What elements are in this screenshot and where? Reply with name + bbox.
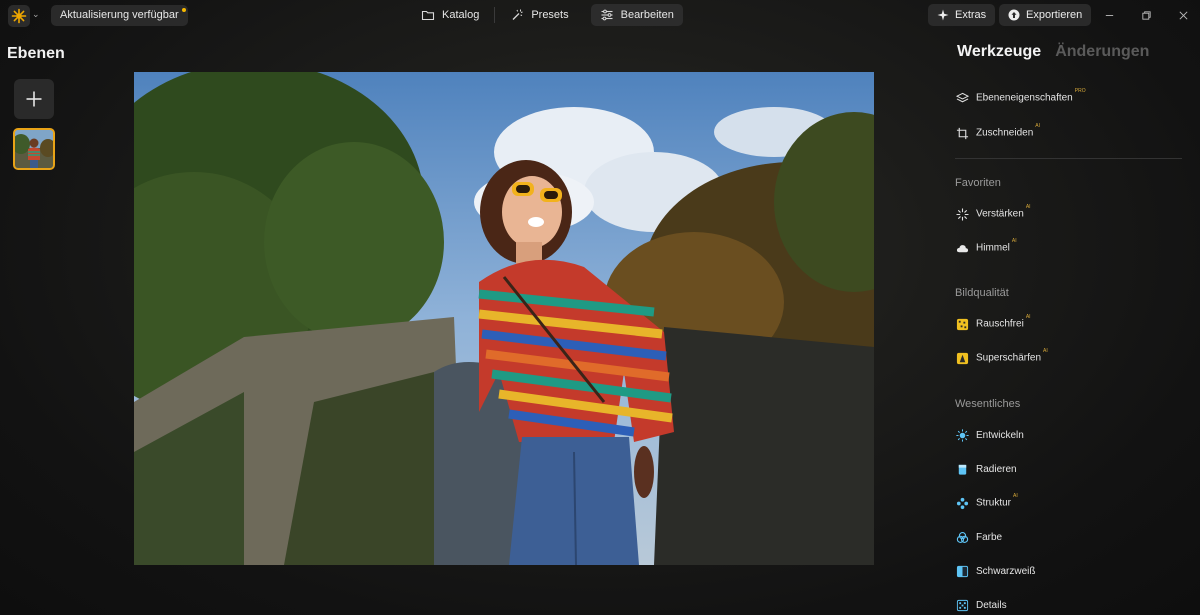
tool-label: Entwickeln <box>976 429 1024 441</box>
cloud-icon <box>955 241 969 255</box>
nav-presets[interactable]: Presets <box>501 4 577 26</box>
main-photo-canvas[interactable] <box>134 72 874 565</box>
tool-label: Verstärken <box>976 208 1024 220</box>
sliders-icon <box>601 9 613 21</box>
app-logo-button[interactable] <box>8 5 30 27</box>
update-label: Aktualisierung verfügbar <box>60 9 179 21</box>
tool-label: Superschärfen <box>976 352 1042 364</box>
tool-verstaerken[interactable]: VerstärkenAI <box>955 204 1031 224</box>
tool-schwarzweiss[interactable]: Schwarzweiß <box>955 561 1035 581</box>
ai-tag: AI <box>1011 238 1017 245</box>
tool-himmel[interactable]: HimmelAI <box>955 238 1017 258</box>
photo-image <box>134 72 874 565</box>
nav-label: Presets <box>531 9 569 21</box>
sun-logo-icon <box>11 8 27 24</box>
tool-entwickeln[interactable]: Entwickeln <box>955 425 1024 445</box>
notification-dot <box>181 8 186 12</box>
plus-icon <box>26 91 42 107</box>
crop-icon <box>955 126 969 140</box>
section-title-favoriten: Favoriten <box>955 177 1001 189</box>
tab-aenderungen[interactable]: Änderungen <box>1055 43 1149 61</box>
nav-separator <box>494 7 496 23</box>
tool-label: Struktur <box>976 497 1012 509</box>
tool-farbe[interactable]: Farbe <box>955 527 1002 547</box>
tool-radieren[interactable]: Radieren <box>955 459 1017 479</box>
eraser-icon <box>955 462 969 476</box>
color-rings-icon <box>955 530 969 544</box>
nav-separator <box>584 7 585 23</box>
tool-label: Himmel <box>976 242 1010 254</box>
tool-label: Ebeneneigenschaften <box>976 92 1073 104</box>
update-available-button[interactable]: Aktualisierung verfügbar <box>51 5 188 26</box>
extras-label: Extras <box>955 9 987 21</box>
section-title-wesentliches: Wesentliches <box>955 398 1021 410</box>
layer-thumbnail-image <box>15 130 53 168</box>
tool-label: Zuschneiden <box>976 127 1034 139</box>
nav-label: Katalog <box>442 9 480 21</box>
ai-tag: AI <box>1013 493 1018 500</box>
layers-icon <box>955 91 969 105</box>
sharpen-icon <box>955 351 969 365</box>
tool-label: Rauschfrei <box>976 318 1024 330</box>
tool-label: Radieren <box>976 463 1017 475</box>
structure-icon <box>955 496 969 510</box>
tool-label: Schwarzweiß <box>976 565 1036 577</box>
add-layer-button[interactable] <box>14 79 54 119</box>
extras-button[interactable]: Extras <box>928 4 996 26</box>
export-label: Exportieren <box>1026 9 1083 21</box>
tool-ebeneneigenschaften[interactable]: EbeneneigenschaftenPRO <box>955 88 1086 108</box>
layer-thumbnail[interactable] <box>13 128 55 170</box>
section-title-bildqualitaet: Bildqualität <box>955 287 1009 299</box>
sparkle-burst-icon <box>955 207 969 221</box>
ai-tag: AI <box>1025 314 1031 321</box>
magic-wand-icon <box>512 9 523 20</box>
restore-icon[interactable] <box>1139 8 1153 22</box>
tool-superschaerfen[interactable]: SuperschärfenAI <box>955 348 1048 368</box>
sun-icon <box>955 428 969 442</box>
tool-struktur[interactable]: StrukturAI <box>955 493 1018 513</box>
details-grid-icon <box>955 598 969 612</box>
main-navigation: Katalog Presets Bearbeiten <box>412 4 683 26</box>
layers-panel-title: Ebenen <box>7 45 65 62</box>
nav-katalog[interactable]: Katalog <box>412 4 488 26</box>
upload-icon <box>1008 9 1020 21</box>
chevron-down-icon[interactable]: ⌄ <box>32 9 42 21</box>
panel-divider <box>955 158 1182 159</box>
tool-details[interactable]: Details <box>955 595 1007 615</box>
noise-icon <box>955 317 969 331</box>
nav-label: Bearbeiten <box>620 9 674 21</box>
ai-tag: AI <box>1035 123 1040 130</box>
tab-werkzeuge[interactable]: Werkzeuge <box>957 43 1041 61</box>
folder-icon <box>421 10 435 21</box>
tool-label: Farbe <box>976 531 1003 543</box>
tool-rauschfrei[interactable]: RauschfreiAI <box>955 314 1031 334</box>
top-bar: ⌄ Aktualisierung verfügbar Katalog Prese… <box>0 0 1200 32</box>
tool-zuschneiden[interactable]: ZuschneidenAI <box>955 123 1040 143</box>
ai-tag: AI <box>1043 348 1048 355</box>
close-icon[interactable] <box>1176 8 1190 22</box>
export-button[interactable]: Exportieren <box>999 4 1092 26</box>
black-white-icon <box>955 564 969 578</box>
ai-tag: AI <box>1025 204 1031 211</box>
nav-bearbeiten[interactable]: Bearbeiten <box>590 4 683 26</box>
tool-label: Details <box>976 599 1007 611</box>
pro-tag: PRO <box>1074 88 1086 95</box>
sparkle-icon <box>937 9 949 21</box>
minimize-icon[interactable] <box>1102 8 1116 22</box>
right-panel-tabs: Werkzeuge Änderungen <box>957 43 1149 61</box>
